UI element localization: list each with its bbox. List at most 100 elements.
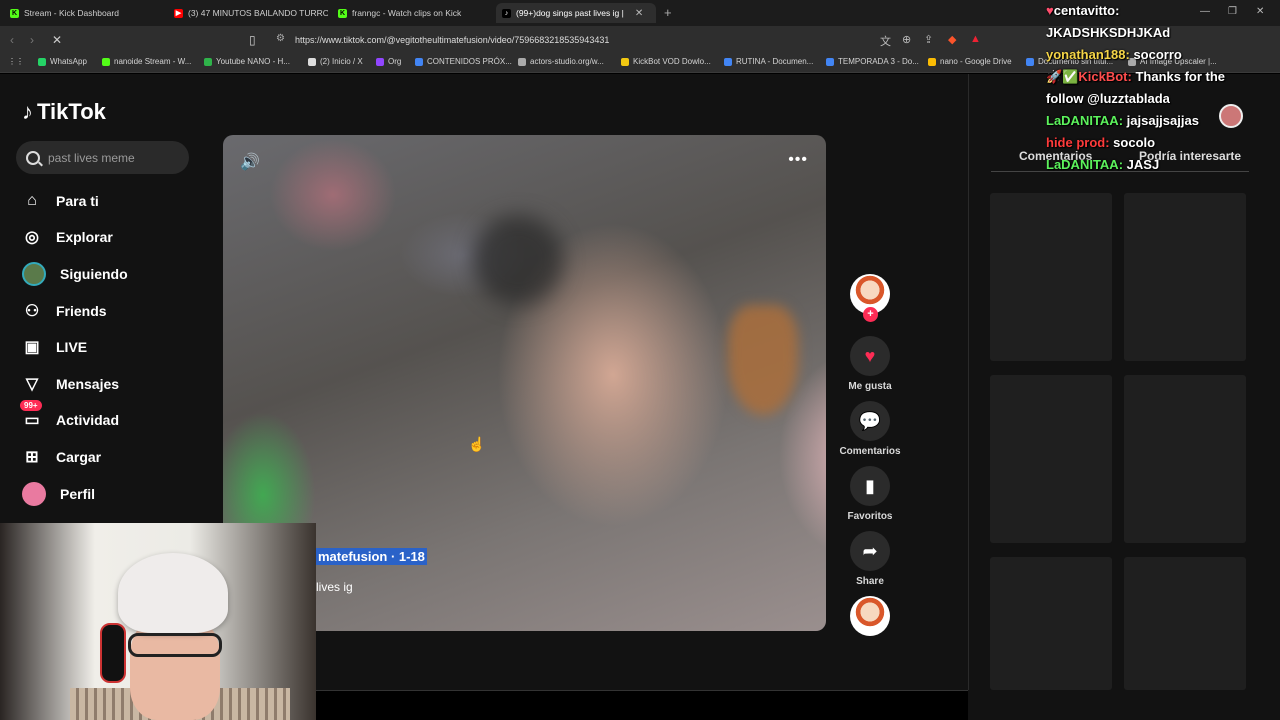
like-button[interactable]: ♥ Me gusta (838, 336, 902, 392)
sidebar-item-live[interactable]: ▣ LIVE (22, 335, 87, 359)
tab-label: (99+)dog sings past lives ig | (516, 8, 624, 18)
chat-message: JKADSHKSDHJKAd (1046, 22, 1280, 44)
chat-text: JKADSHKSDHJKAd (1046, 25, 1171, 40)
tab-youtube[interactable]: ▶ (3) 47 MINUTOS BAILANDO TURRO (168, 3, 328, 23)
chat-text: follow @luzztablada (1046, 91, 1170, 106)
related-video-thumb[interactable] (1124, 193, 1246, 361)
profile-avatar (22, 482, 46, 506)
new-tab-button[interactable]: + (664, 5, 672, 20)
bookmark-label: CONTENIDOS PRÓX... (427, 57, 512, 66)
youtube-icon: ▶ (174, 8, 183, 18)
logo-text: TikTok (37, 99, 106, 124)
stop-icon[interactable]: ✕ (52, 33, 62, 47)
sidebar-item-friends[interactable]: ⚇ Friends (22, 299, 107, 323)
kick-icon (102, 57, 110, 66)
bookmark-x[interactable]: (2) Inicio / X (308, 57, 363, 66)
sidebar-item-label: Para ti (56, 193, 99, 209)
chat-text: socolo (1113, 135, 1156, 150)
kick-icon: K (338, 8, 347, 18)
user-avatar[interactable] (1219, 104, 1243, 128)
apps-icon[interactable]: ⋮⋮ (8, 57, 24, 66)
webcam-overlay (0, 523, 316, 720)
comments-label: Comentarios (839, 446, 901, 457)
video-author[interactable]: matefusion · 1-18 (316, 548, 427, 565)
search-icon[interactable] (26, 150, 40, 165)
close-icon[interactable]: ✕ (635, 8, 643, 19)
sidebar-item-perfil[interactable]: Perfil (22, 482, 95, 506)
chat-username: hide prod: (1046, 135, 1110, 150)
search-box[interactable] (16, 141, 189, 174)
tab-label: (3) 47 MINUTOS BAILANDO TURRO (188, 8, 328, 18)
favorites-label: Favoritos (847, 511, 893, 522)
related-video-thumb[interactable] (1124, 557, 1246, 690)
sidebar-item-para-ti[interactable]: ⌂ Para ti (22, 189, 99, 213)
related-video-thumb[interactable] (990, 375, 1112, 543)
following-avatar (22, 262, 46, 286)
chat-username: KickBot: (1078, 69, 1132, 84)
sidebar-item-mensajes[interactable]: ▽ Mensajes (22, 372, 119, 396)
bookmark-drive[interactable]: nano - Google Drive (928, 57, 1012, 66)
bookmark-nanoide[interactable]: nanoide Stream - W... (102, 57, 191, 66)
back-icon[interactable]: ‹ (10, 33, 14, 47)
globe-icon (518, 57, 526, 66)
docs-icon (1026, 57, 1034, 66)
share-button[interactable]: ➦ Share (838, 531, 902, 587)
zoom-icon[interactable]: ⊕ (902, 33, 911, 46)
tiktok-note-icon: ♪ (22, 99, 33, 124)
volume-icon[interactable]: 🔊 (240, 152, 260, 172)
sidebar-item-actividad[interactable]: ▭ 99+ Actividad (20, 400, 119, 432)
tab-kick-clips[interactable]: K franngc - Watch clips on Kick (332, 3, 492, 23)
sound-avatar-button[interactable] (838, 596, 902, 636)
rewards-icon[interactable]: ▲ (970, 33, 981, 45)
bookmark-icon[interactable]: ▯ (249, 33, 256, 47)
bookmark-label: actors-studio.org/w... (530, 57, 604, 66)
chat-text: JASJ (1126, 157, 1160, 172)
translate-icon[interactable]: 文 (880, 33, 891, 49)
chat-username: yonathan188: (1046, 47, 1130, 62)
sidebar-item-label: Friends (56, 303, 107, 319)
favorites-button[interactable]: ▮ Favoritos (838, 466, 902, 522)
tab-kick-dashboard[interactable]: K Stream - Kick Dashboard (4, 3, 164, 23)
related-video-thumb[interactable] (1124, 375, 1246, 543)
webcam-hat (118, 553, 228, 633)
kickbot-icon (621, 57, 629, 66)
creator-avatar-button[interactable]: + (838, 274, 902, 322)
bookmark-temporada[interactable]: TEMPORADA 3 - Do... (826, 57, 919, 66)
bookmark-org[interactable]: Org (376, 57, 401, 66)
comments-button[interactable]: 💬 Comentarios (838, 401, 902, 457)
sidebar-item-label: Siguiendo (60, 266, 128, 282)
sidebar-item-label: Perfil (60, 486, 96, 502)
follow-plus-icon[interactable]: + (863, 307, 878, 322)
bookmark-actors-studio[interactable]: actors-studio.org/w... (518, 57, 604, 66)
upload-icon: ⊞ (25, 449, 39, 466)
share-page-icon[interactable]: ⇪ (924, 33, 933, 46)
search-input[interactable] (48, 150, 178, 165)
sidebar-item-cargar[interactable]: ⊞ Cargar (22, 445, 101, 469)
sidebar-item-label: Cargar (56, 449, 102, 465)
mouse-cursor-icon: ☝ (468, 436, 486, 452)
more-options-icon[interactable]: ••• (788, 151, 808, 169)
tab-tiktok[interactable]: ♪ (99+)dog sings past lives ig | ✕ (496, 3, 656, 23)
bookmark-youtube-nano[interactable]: Youtube NANO - H... (204, 57, 290, 66)
brave-shield-icon[interactable]: ◆ (948, 33, 956, 46)
related-video-thumb[interactable] (990, 193, 1112, 361)
chat-text: Thanks for the (1135, 69, 1226, 84)
forward-icon[interactable]: › (30, 33, 34, 47)
chat-message: yonathan188: socorro (1046, 44, 1280, 66)
bot-badge-icon: 🚀✅ (1046, 69, 1079, 84)
bookmark-icon: ▮ (850, 466, 890, 506)
bookmark-label: RUTINA - Documen... (736, 57, 814, 66)
sidebar-item-explorar[interactable]: ◎ Explorar (22, 225, 113, 249)
chat-message: hide prod: socolo (1046, 132, 1280, 154)
bookmark-whatsapp[interactable]: WhatsApp (38, 57, 87, 66)
related-video-thumb[interactable] (990, 557, 1112, 690)
bookmark-kickbot[interactable]: KickBot VOD Dowlo... (621, 57, 711, 66)
bookmark-rutina[interactable]: RUTINA - Documen... (724, 57, 813, 66)
bookmark-contenidos[interactable]: CONTENIDOS PRÓX... (415, 57, 512, 66)
chat-text: socorro (1133, 47, 1182, 62)
site-info-icon[interactable]: ⚙ (276, 33, 285, 44)
sidebar-item-siguiendo[interactable]: Siguiendo (22, 262, 128, 286)
tiktok-logo[interactable]: ♪ TikTok (22, 99, 106, 125)
bookmark-label: nanoide Stream - W... (114, 57, 192, 66)
share-label: Share (856, 576, 884, 587)
